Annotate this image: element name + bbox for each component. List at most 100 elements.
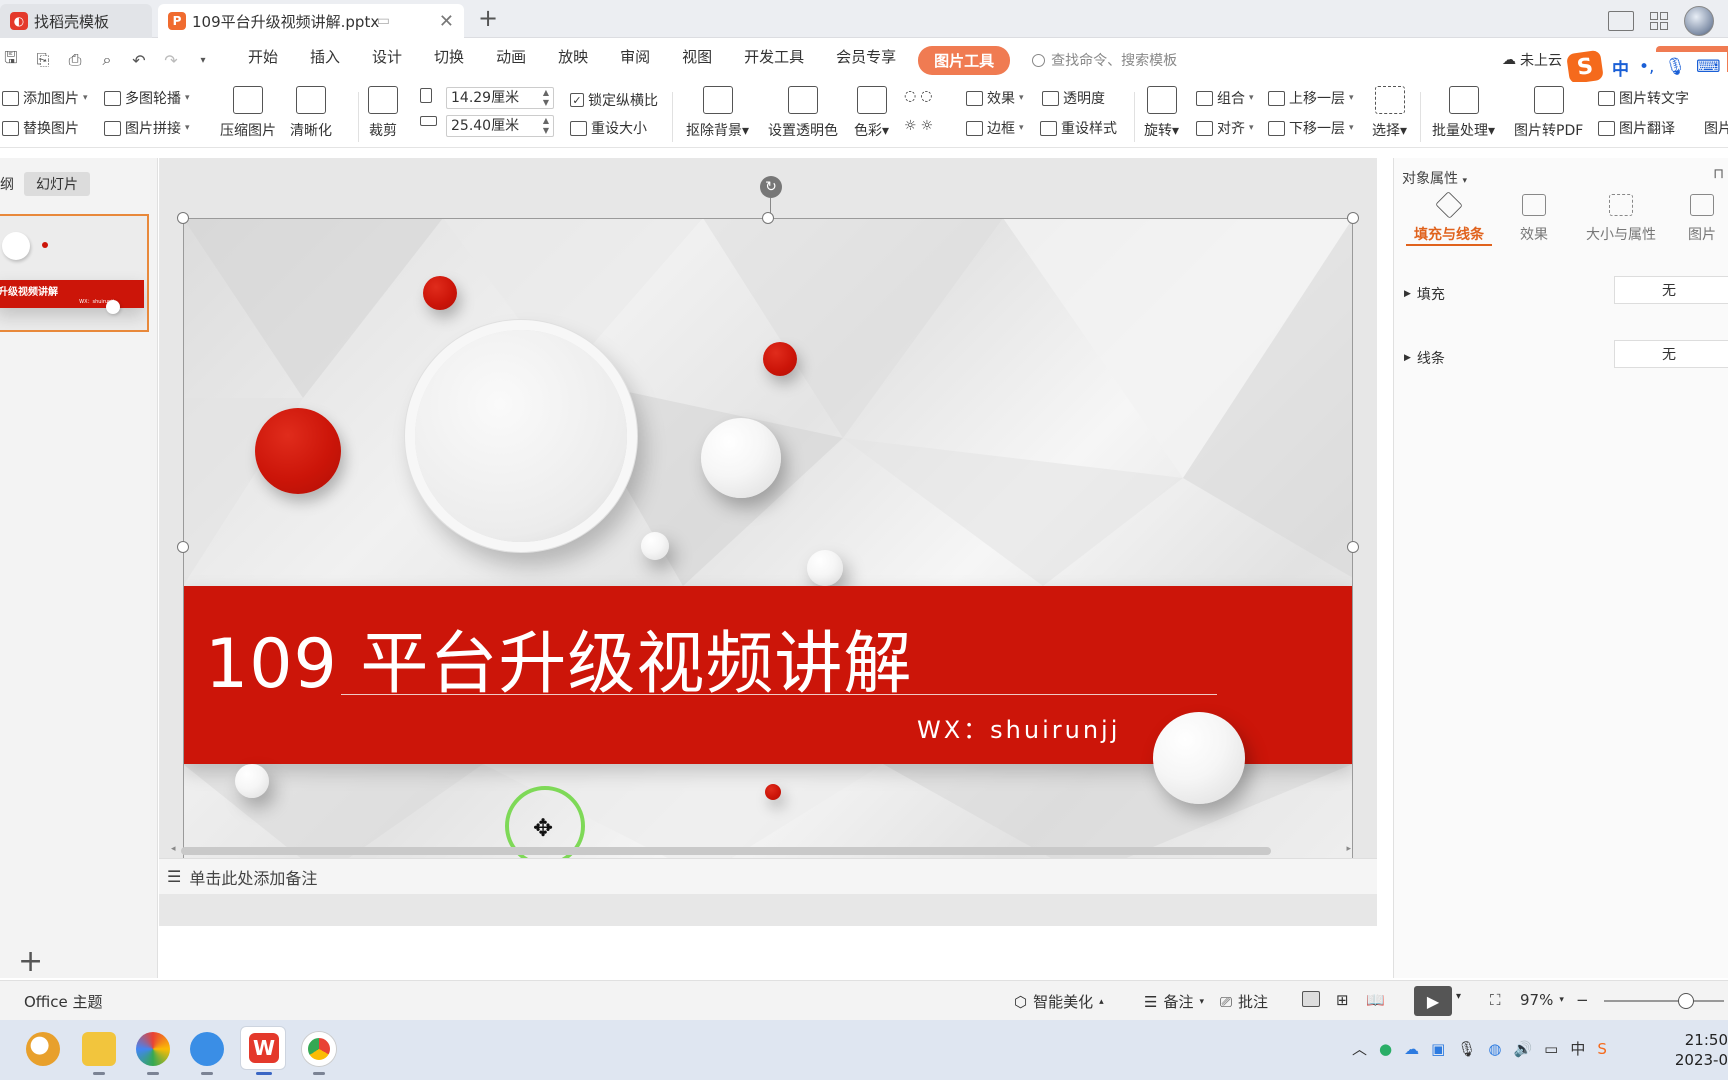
redo-icon[interactable]: ↷ (162, 51, 180, 70)
scrollbar-thumb[interactable] (181, 847, 1271, 855)
menu-animations[interactable]: 动画 (480, 46, 542, 75)
ime-keyboard-icon[interactable]: ⌨ (1696, 57, 1721, 77)
comments-button[interactable]: ⎚ 批注 (1220, 991, 1268, 1012)
play-slideshow-button[interactable]: ▶ (1414, 986, 1452, 1016)
slide-image[interactable]: 109 平台升级视频讲解 WX：shuirunjj (183, 218, 1353, 876)
print-icon[interactable]: ⎙ (66, 50, 84, 69)
tab-size-and-properties[interactable]: 大小与属性 (1586, 194, 1656, 244)
group-button[interactable]: 组合 ▾ (1196, 88, 1254, 108)
file-explorer-icon[interactable] (82, 1032, 116, 1066)
picture-more-button[interactable]: 图片 (1704, 118, 1728, 138)
notes-area[interactable]: ☰ 单击此处添加备注 (159, 858, 1377, 894)
tray-app-icon[interactable]: ▣ (1431, 1040, 1445, 1058)
remove-background-button[interactable]: 抠除背景▾ (686, 86, 749, 140)
wps-app-icon[interactable]: W (240, 1026, 286, 1070)
batch-process-button[interactable]: 批量处理▾ (1432, 86, 1495, 140)
scroll-left-icon[interactable]: ◂ (171, 844, 176, 854)
tab-effects[interactable]: 效果 (1520, 194, 1548, 244)
sharpen-button[interactable]: 清晰化 (290, 86, 332, 140)
horizontal-scrollbar[interactable]: ◂ ▸ (171, 844, 1351, 856)
fill-value[interactable]: 无 (1614, 276, 1728, 304)
multi-carousel-button[interactable]: 多图轮播 ▾ (104, 88, 190, 108)
tab-pptx-document[interactable]: P 109平台升级视频讲解.pptx ▭ ✕ (158, 4, 464, 38)
view-reading-button[interactable]: 📖 (1366, 991, 1385, 1009)
avatar[interactable] (1684, 6, 1714, 36)
picture-to-pdf-button[interactable]: 图片转PDF (1514, 86, 1583, 140)
wechat-icon[interactable]: ● (1379, 1040, 1392, 1058)
view-sorter-button[interactable]: ⊞ (1336, 991, 1349, 1009)
zoom-slider-knob[interactable] (1678, 993, 1694, 1009)
picture-mosaic-button[interactable]: 图片拼接 ▾ (104, 118, 190, 138)
view-normal-button[interactable] (1302, 991, 1320, 1007)
brightness-up-button[interactable]: ◌ ◌ (904, 88, 932, 104)
browser-icon[interactable] (136, 1032, 170, 1066)
resize-handle-e[interactable] (1347, 541, 1359, 553)
pin-icon[interactable]: ⊓ (1713, 166, 1724, 182)
tab-picture[interactable]: 图片 (1688, 194, 1716, 244)
smart-beautify-button[interactable]: ⬡ 智能美化 ▴ (1014, 991, 1104, 1012)
picture-translate-button[interactable]: 图片翻译 (1598, 118, 1675, 138)
reset-style-button[interactable]: 重设样式 (1040, 118, 1117, 138)
height-field[interactable]: 14.29厘米 ▲ ▼ (446, 87, 554, 109)
width-field[interactable]: 25.40厘米 ▲ ▼ (446, 115, 554, 137)
apps-grid-icon[interactable] (1650, 12, 1668, 30)
tab-daoke-templates[interactable]: ◐ 找稻壳模板 (0, 4, 152, 38)
line-value[interactable]: 无 (1614, 340, 1728, 368)
zoom-level[interactable]: 97% ▾ (1520, 991, 1564, 1009)
lock-ratio-checkbox[interactable]: ✓ 锁定纵横比 (570, 90, 658, 110)
rotate-button[interactable]: 旋转▾ (1144, 86, 1179, 140)
menu-transitions[interactable]: 切换 (418, 46, 480, 75)
print-preview-icon[interactable]: ⌕ (98, 50, 116, 69)
zoom-out-icon[interactable]: − (1576, 991, 1589, 1009)
menu-view[interactable]: 视图 (666, 46, 728, 75)
new-tab-button[interactable]: + (478, 4, 498, 32)
system-clock[interactable]: 21:50 2023-0 (1675, 1030, 1728, 1070)
brightness-down-button[interactable]: ☼ ☼ (904, 118, 933, 134)
resize-handle-w[interactable] (177, 541, 189, 553)
ime-punctuation-icon[interactable]: •, (1639, 57, 1654, 77)
scroll-right-icon[interactable]: ▸ (1346, 844, 1351, 854)
fit-window-button[interactable]: ⛶ (1490, 991, 1501, 1009)
menu-developer[interactable]: 开发工具 (728, 46, 820, 75)
tab-slides[interactable]: 幻灯片 (24, 172, 90, 196)
compress-picture-button[interactable]: 压缩图片 (220, 86, 276, 140)
menu-review[interactable]: 审阅 (604, 46, 666, 75)
bring-forward-button[interactable]: 上移一层 ▾ (1268, 88, 1354, 108)
color-button[interactable]: 色彩▾ (854, 86, 889, 140)
add-slide-icon[interactable]: + (18, 944, 43, 979)
play-options-chevron-icon[interactable]: ▾ (1456, 991, 1461, 1002)
menu-design[interactable]: 设计 (356, 46, 418, 75)
spinner-icon[interactable]: ▲ ▼ (543, 116, 549, 136)
send-backward-button[interactable]: 下移一层 ▾ (1268, 118, 1354, 138)
layout-toggle-icon[interactable] (1608, 11, 1634, 31)
slide-title[interactable]: 109 平台升级视频讲解 (205, 608, 912, 707)
tab-fill-and-line[interactable]: 填充与线条 (1406, 191, 1492, 246)
ime-chinese-mode-icon[interactable]: 中 (1612, 55, 1629, 80)
slide-thumbnail-1[interactable]: 升级视频讲解 WX：shuirunjj (0, 214, 149, 332)
crop-button[interactable]: 裁剪 (368, 86, 398, 140)
panel-title[interactable]: 对象属性 ▾ (1402, 168, 1467, 188)
select-button[interactable]: 选择▾ (1372, 86, 1407, 140)
tray-expand-icon[interactable]: ︿ (1352, 1038, 1367, 1059)
menu-slideshow[interactable]: 放映 (542, 46, 604, 75)
transparency-button[interactable]: 透明度 (1042, 88, 1105, 108)
menu-member[interactable]: 会员专享 (820, 46, 912, 75)
align-button[interactable]: 对齐 ▾ (1196, 118, 1254, 138)
rotate-handle-icon[interactable]: ↻ (760, 176, 782, 198)
resize-handle-nw[interactable] (177, 212, 189, 224)
menu-insert[interactable]: 插入 (294, 46, 356, 75)
close-tab-icon[interactable]: ✕ (439, 11, 454, 32)
replace-picture-button[interactable]: 替换图片 (2, 118, 79, 138)
resize-handle-n[interactable] (762, 212, 774, 224)
ime-voice-icon[interactable]: 🎙 (1664, 57, 1686, 77)
menu-picture-tools[interactable]: 图片工具 (918, 45, 1011, 75)
chat-search-icon[interactable] (190, 1032, 224, 1066)
cloud-tray-icon[interactable]: ☁ (1404, 1040, 1419, 1058)
volume-icon[interactable]: 🔊 (1513, 1040, 1532, 1058)
reset-size-button[interactable]: 重设大小 (570, 118, 647, 138)
add-picture-button[interactable]: 添加图片 ▾ (2, 88, 88, 108)
set-transparent-color-button[interactable]: 设置透明色 (768, 86, 838, 140)
effects-button[interactable]: 效果 ▾ (966, 88, 1024, 108)
input-method-icon[interactable]: 中 (1570, 1038, 1585, 1059)
cloud-status[interactable]: ☁ 未上云 (1502, 50, 1562, 70)
